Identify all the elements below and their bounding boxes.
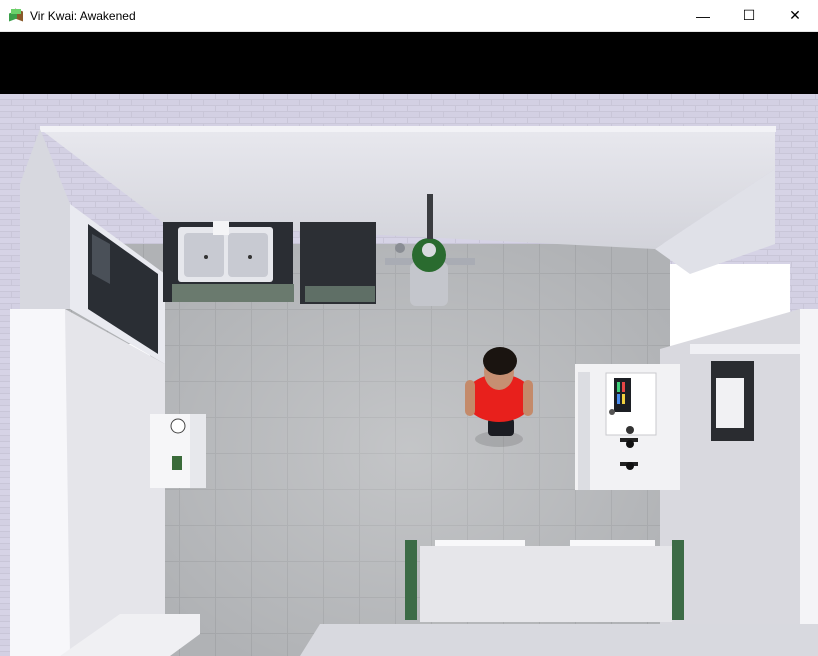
game-window: Vir Kwai: Awakened — ☐ ✕ [0,0,818,656]
wall-monitor [711,361,754,441]
window-title: Vir Kwai: Awakened [30,8,136,23]
window-controls: — ☐ ✕ [680,0,818,31]
bench [405,540,684,622]
letterbox-bar [0,32,818,94]
minecraft-cube-icon [9,8,23,23]
maximize-button[interactable]: ☐ [726,0,772,31]
close-button[interactable]: ✕ [772,0,818,31]
control-console [575,364,680,490]
washing-machine [150,414,206,488]
stove-cabinet [300,222,376,304]
minimize-button[interactable]: — [680,0,726,31]
sink-counter [163,221,294,302]
title-bar[interactable]: Vir Kwai: Awakened — ☐ ✕ [0,0,818,32]
game-viewport[interactable] [0,94,818,656]
